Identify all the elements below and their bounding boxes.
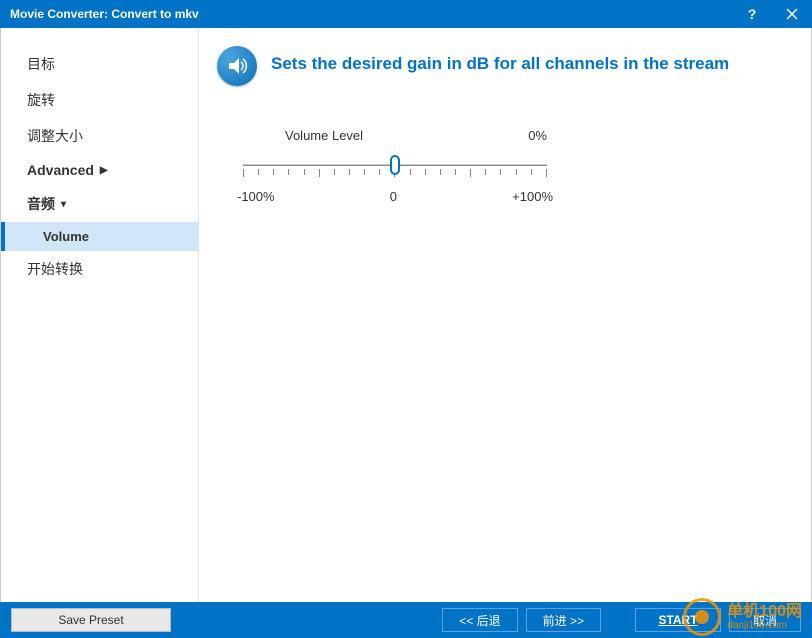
start-button[interactable]: START	[635, 608, 721, 632]
forward-button[interactable]: 前进 >>	[526, 608, 601, 632]
sidebar-item-resize[interactable]: 调整大小	[1, 118, 198, 154]
volume-slider[interactable]	[243, 151, 547, 179]
panel-description: Sets the desired gain in dB for all chan…	[271, 46, 729, 74]
save-preset-button[interactable]: Save Preset	[11, 608, 171, 632]
chevron-right-icon: ▶	[100, 165, 108, 176]
titlebar: Movie Converter: Convert to mkv ?	[0, 0, 812, 28]
slider-thumb[interactable]	[390, 155, 400, 175]
close-icon	[786, 8, 798, 20]
cancel-button[interactable]: 取消	[729, 608, 801, 632]
main-area: 目标 旋转 调整大小 Advanced ▶ 音频 ▾ Volume 开始转换 S…	[0, 28, 812, 602]
sidebar: 目标 旋转 调整大小 Advanced ▶ 音频 ▾ Volume 开始转换	[1, 28, 199, 602]
volume-icon	[217, 46, 257, 86]
sidebar-item-audio[interactable]: 音频 ▾	[1, 186, 198, 222]
help-button[interactable]: ?	[732, 0, 772, 28]
close-button[interactable]	[772, 0, 812, 28]
window-title: Movie Converter: Convert to mkv	[10, 7, 732, 21]
slider-name-label: Volume Level	[285, 128, 363, 143]
chevron-down-icon: ▾	[61, 199, 66, 210]
slider-max-label: +100%	[512, 189, 553, 204]
sidebar-subitem-volume[interactable]: Volume	[1, 222, 198, 251]
footer-bar: Save Preset << 后退 前进 >> START 取消	[0, 602, 812, 638]
sidebar-item-advanced[interactable]: Advanced ▶	[1, 154, 198, 186]
volume-slider-block: Volume Level 0% -100% 0 +100%	[235, 128, 555, 204]
content-panel: Sets the desired gain in dB for all chan…	[199, 28, 811, 602]
back-button[interactable]: << 后退	[442, 608, 517, 632]
sidebar-item-rotate[interactable]: 旋转	[1, 82, 198, 118]
slider-value-label: 0%	[528, 128, 547, 143]
slider-min-label: -100%	[237, 189, 275, 204]
slider-center-label: 0	[390, 189, 397, 204]
sidebar-item-start-convert[interactable]: 开始转换	[1, 251, 198, 287]
sidebar-item-target[interactable]: 目标	[1, 46, 198, 82]
